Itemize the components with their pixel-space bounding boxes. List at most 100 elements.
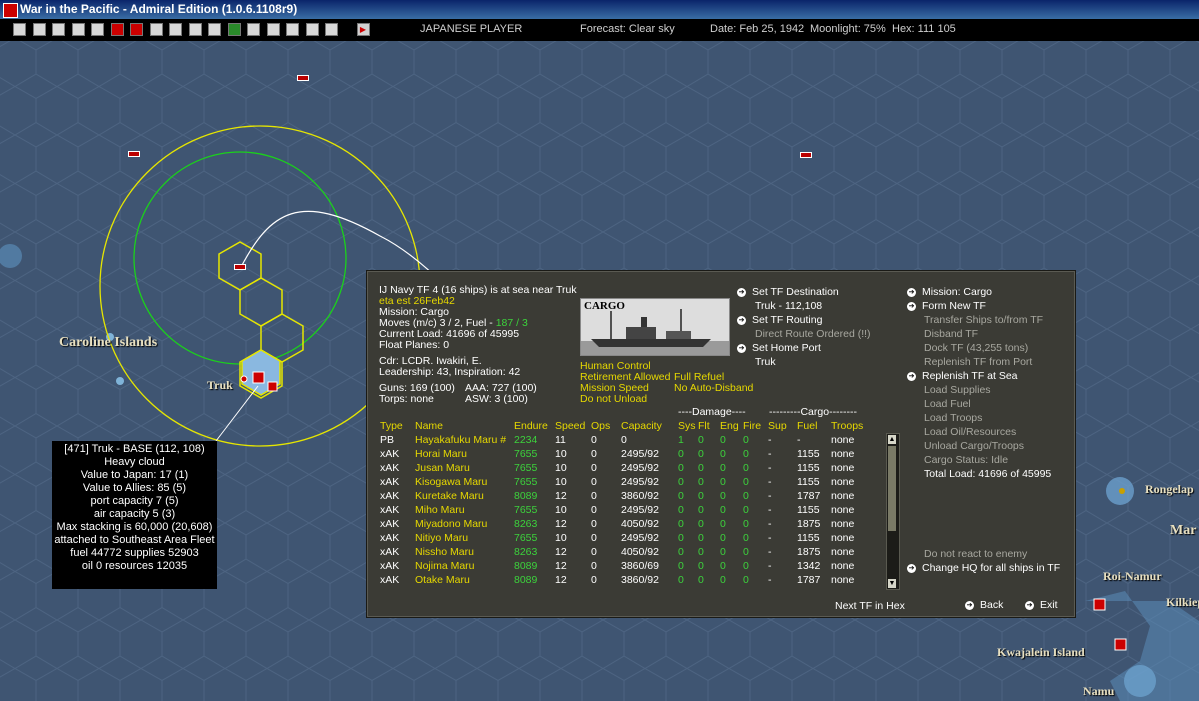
cell-sys: 0 [678,462,684,474]
disk-icon[interactable] [325,23,338,36]
disband-tf-button[interactable]: Disband TF [924,328,978,341]
transfer-ships-button[interactable]: Transfer Ships to/from TF [924,314,1043,327]
dock-tf-button[interactable]: Dock TF (43,255 tons) [924,342,1028,355]
cell-ops: 0 [591,546,597,558]
cell-name[interactable]: Otake Maru [415,573,470,587]
cell-sup: - [768,560,772,572]
load-supplies-button[interactable]: Load Supplies [924,384,991,397]
taskforce-marker-icon[interactable] [234,264,246,270]
cell-name[interactable]: Miyadono Maru [415,517,487,531]
cycle-icon[interactable] [266,23,280,36]
scroll-thumb[interactable] [888,446,896,531]
cell-name[interactable]: Kuretake Maru [415,489,484,503]
form-new-tf-button[interactable]: ➔ Form New TF [907,300,986,313]
mission-button[interactable]: ➔ Mission: Cargo [907,286,992,299]
cell-speed: 12 [555,574,567,586]
load-oil-button[interactable]: Load Oil/Resources [924,426,1016,439]
col-fire[interactable]: Fire [743,419,761,433]
cell-eng: 0 [720,448,726,460]
cell-ops: 0 [591,532,597,544]
do-not-unload-toggle[interactable]: Do not Unload [580,393,647,406]
cell-sup: - [768,504,772,516]
ship-marker-icon[interactable] [128,151,140,157]
col-sys[interactable]: Sys [678,419,696,433]
cell-endure: 7655 [514,462,538,474]
scroll-up-icon[interactable]: ▲ [888,435,896,444]
back-button[interactable]: ➔ Back [965,599,1003,612]
next-tf-button[interactable]: Next TF in Hex [835,600,905,613]
cell-type: xAK [380,504,400,516]
plane-icon[interactable] [130,23,143,36]
unload-cargo-button[interactable]: Unload Cargo/Troops [924,440,1024,453]
col-capacity[interactable]: Capacity [621,419,662,433]
base-marker-icon[interactable] [252,371,265,384]
set-routing-button[interactable]: ➔ Set TF Routing [737,314,822,327]
cell-name[interactable]: Nojima Maru [415,559,475,573]
base-icon[interactable] [52,23,65,36]
cell-name[interactable]: Hayakafuku Maru # [415,433,506,447]
cell-name[interactable]: Miho Maru [415,503,465,517]
load-troops-button[interactable]: Load Troops [924,412,982,425]
load-fuel-button[interactable]: Load Fuel [924,398,971,411]
col-type[interactable]: Type [380,419,403,433]
cell-type: xAK [380,574,400,586]
col-speed[interactable]: Speed [555,419,585,433]
exit-button[interactable]: ➔ Exit [1025,599,1058,612]
scroll-down-icon[interactable]: ▼ [888,579,896,588]
replenish-port-button[interactable]: Replenish TF from Port [924,356,1032,369]
base-marker-icon[interactable] [1114,638,1127,651]
col-name[interactable]: Name [415,419,443,433]
unit-icon[interactable] [149,23,163,36]
fleet-icon[interactable] [247,23,260,36]
set-home-port-button[interactable]: ➔ Set Home Port [737,342,821,355]
airfield-icon[interactable] [267,381,278,392]
report-icon[interactable] [32,23,46,36]
anchor-icon[interactable] [169,23,182,36]
anchor-icon[interactable] [240,375,248,383]
cell-capacity: 0 [621,434,627,446]
ship-marker-icon[interactable] [800,152,812,158]
cell-type: xAK [380,532,400,544]
cell-ops: 0 [591,574,597,586]
intel-icon[interactable] [91,23,104,36]
cell-speed: 12 [555,518,567,530]
save-icon[interactable] [305,23,319,36]
col-flt[interactable]: Flt [698,419,710,433]
cell-name[interactable]: Nissho Maru [415,545,474,559]
end-turn-icon[interactable]: ▶ [356,23,370,36]
cell-type: xAK [380,546,400,558]
map-icon[interactable] [208,23,221,36]
set-destination-button[interactable]: ➔ Set TF Destination [737,286,839,299]
cell-name[interactable]: Kisogawa Maru [415,475,487,489]
cell-name[interactable]: Horai Maru [415,447,467,461]
cell-fire: 0 [743,574,749,586]
auto-disband-toggle[interactable]: No Auto-Disband [674,382,753,395]
cell-endure: 7655 [514,532,538,544]
col-ops[interactable]: Ops [591,419,610,433]
ship-list-scrollbar[interactable]: ▲ ▼ [886,433,900,590]
flag-icon[interactable] [110,23,124,36]
change-hq-button[interactable]: ➔ Change HQ for all ships in TF [907,562,1060,575]
col-endure[interactable]: Endure [514,419,548,433]
base-marker-icon [1119,488,1125,494]
op-icon[interactable] [286,23,299,36]
col-troops[interactable]: Troops [831,419,863,433]
replenish-sea-button[interactable]: ➔ Replenish TF at Sea [907,370,1018,383]
cell-eng: 0 [720,546,726,558]
cell-fuel: 1875 [797,518,821,530]
ship-marker-icon[interactable] [297,75,309,81]
col-eng[interactable]: Eng [720,419,739,433]
land-icon[interactable] [227,23,241,36]
col-fuel[interactable]: Fuel [797,419,817,433]
no-react-toggle[interactable]: Do not react to enemy [924,548,1027,561]
sub-icon[interactable] [188,23,202,36]
tooltip-line: Heavy cloud [104,456,165,468]
ship-icon[interactable] [71,23,85,36]
col-sup[interactable]: Sup [768,419,787,433]
cell-name[interactable]: Nitiyo Maru [415,531,468,545]
base-marker-icon[interactable] [1093,598,1106,611]
cell-name[interactable]: Jusan Maru [415,461,470,475]
cell-speed: 10 [555,504,567,516]
cell-eng: 0 [720,490,726,502]
info-icon[interactable] [13,23,26,36]
